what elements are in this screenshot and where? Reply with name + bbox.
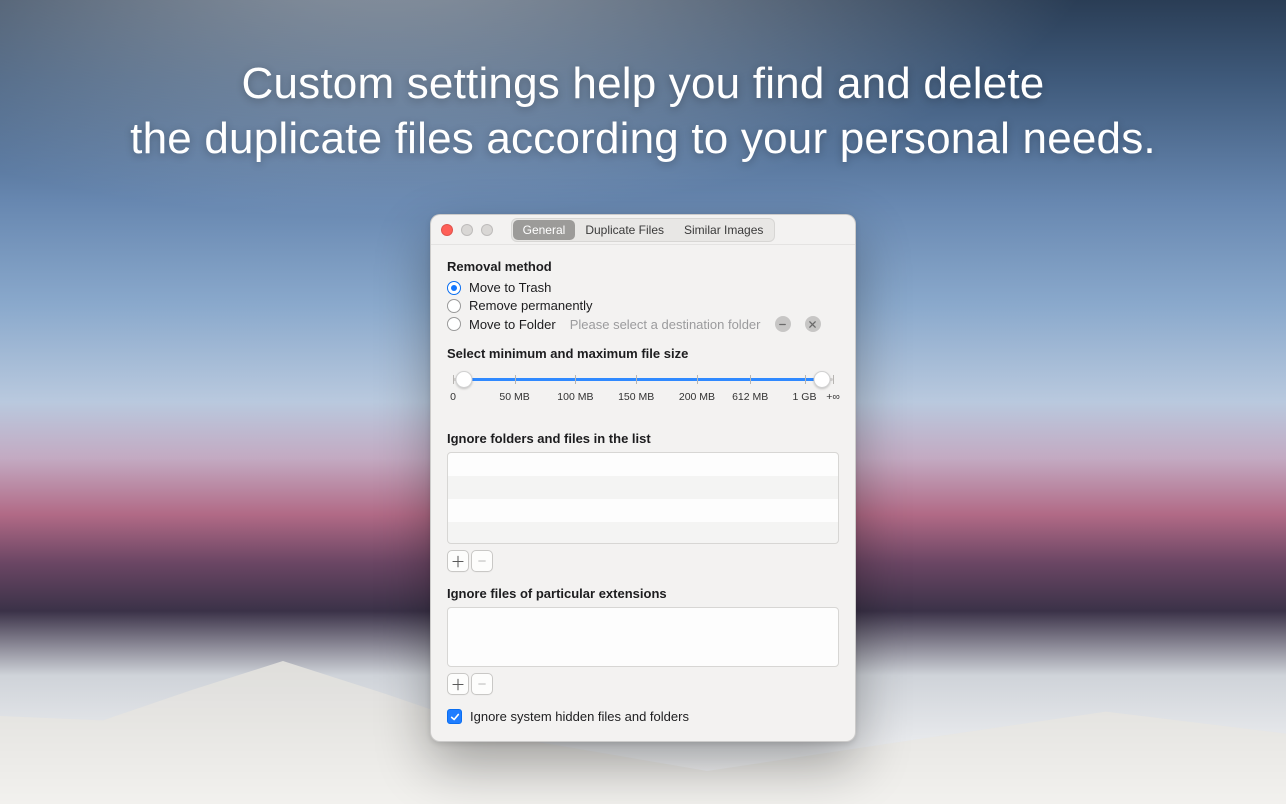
radio-row-trash[interactable]: Move to Trash [447, 280, 839, 295]
preferences-window: General Duplicate Files Similar Images R… [430, 214, 856, 742]
radio-folder[interactable] [447, 317, 461, 331]
headline-line2: the duplicate files according to your pe… [0, 111, 1286, 166]
close-window-button[interactable] [441, 224, 453, 236]
tick-0: 0 [450, 391, 456, 403]
minus-circle-icon [778, 320, 787, 329]
tick-3: 150 MB [618, 391, 654, 403]
remove-ignore-ext-button[interactable]: − [471, 673, 493, 695]
ignore-folders-title: Ignore folders and files in the list [447, 431, 839, 446]
size-slider[interactable]: 0 50 MB 100 MB 150 MB 200 MB 612 MB 1 GB… [447, 369, 839, 407]
titlebar: General Duplicate Files Similar Images [431, 215, 855, 245]
tabbar: General Duplicate Files Similar Images [511, 218, 776, 242]
destination-folder-placeholder: Please select a destination folder [570, 317, 761, 332]
plus-icon: ＋ [450, 674, 465, 695]
size-range-title: Select minimum and maximum file size [447, 346, 839, 361]
ignore-ext-title: Ignore files of particular extensions [447, 586, 839, 601]
choose-folder-button[interactable] [775, 316, 791, 332]
radio-permanent[interactable] [447, 299, 461, 313]
zoom-window-button[interactable] [481, 224, 493, 236]
headline-line1: Custom settings help you find and delete [0, 56, 1286, 111]
removal-method-title: Removal method [447, 259, 839, 274]
radio-permanent-label: Remove permanently [469, 298, 593, 313]
x-circle-icon [808, 320, 817, 329]
radio-trash-label: Move to Trash [469, 280, 551, 295]
tick-7: +∞ [826, 391, 840, 403]
tick-6: 1 GB [793, 391, 817, 403]
minimize-window-button[interactable] [461, 224, 473, 236]
tick-5: 612 MB [732, 391, 768, 403]
window-content: Removal method Move to Trash Remove perm… [431, 245, 855, 738]
radio-folder-label: Move to Folder [469, 317, 556, 332]
wallpaper: Custom settings help you find and delete… [0, 0, 1286, 804]
promo-headline: Custom settings help you find and delete… [0, 56, 1286, 166]
ignore-extensions-list[interactable] [447, 607, 839, 667]
slider-tick-labels: 0 50 MB 100 MB 150 MB 200 MB 612 MB 1 GB… [453, 391, 833, 407]
ignore-folders-list[interactable] [447, 452, 839, 544]
slider-knob-max[interactable] [813, 371, 830, 388]
tick-1: 50 MB [499, 391, 529, 403]
plus-icon: ＋ [450, 551, 465, 572]
add-ignore-folder-button[interactable]: ＋ [447, 550, 469, 572]
tab-similar-images[interactable]: Similar Images [674, 220, 773, 240]
tick-4: 200 MB [679, 391, 715, 403]
remove-ignore-folder-button[interactable]: − [471, 550, 493, 572]
add-ignore-ext-button[interactable]: ＋ [447, 673, 469, 695]
radio-row-folder[interactable]: Move to Folder Please select a destinati… [447, 316, 839, 332]
ignore-hidden-checkbox[interactable] [447, 709, 462, 724]
slider-fill [468, 378, 821, 381]
clear-folder-button[interactable] [805, 316, 821, 332]
ignore-hidden-row[interactable]: Ignore system hidden files and folders [447, 709, 839, 724]
slider-knob-min[interactable] [456, 371, 473, 388]
traffic-lights [441, 224, 493, 236]
minus-icon: − [478, 676, 487, 693]
tab-duplicate-files[interactable]: Duplicate Files [575, 220, 674, 240]
tab-general[interactable]: General [513, 220, 576, 240]
tick-2: 100 MB [557, 391, 593, 403]
radio-row-permanent[interactable]: Remove permanently [447, 298, 839, 313]
check-icon [450, 712, 460, 722]
minus-icon: − [478, 553, 487, 570]
ignore-hidden-label: Ignore system hidden files and folders [470, 709, 689, 724]
radio-trash[interactable] [447, 281, 461, 295]
